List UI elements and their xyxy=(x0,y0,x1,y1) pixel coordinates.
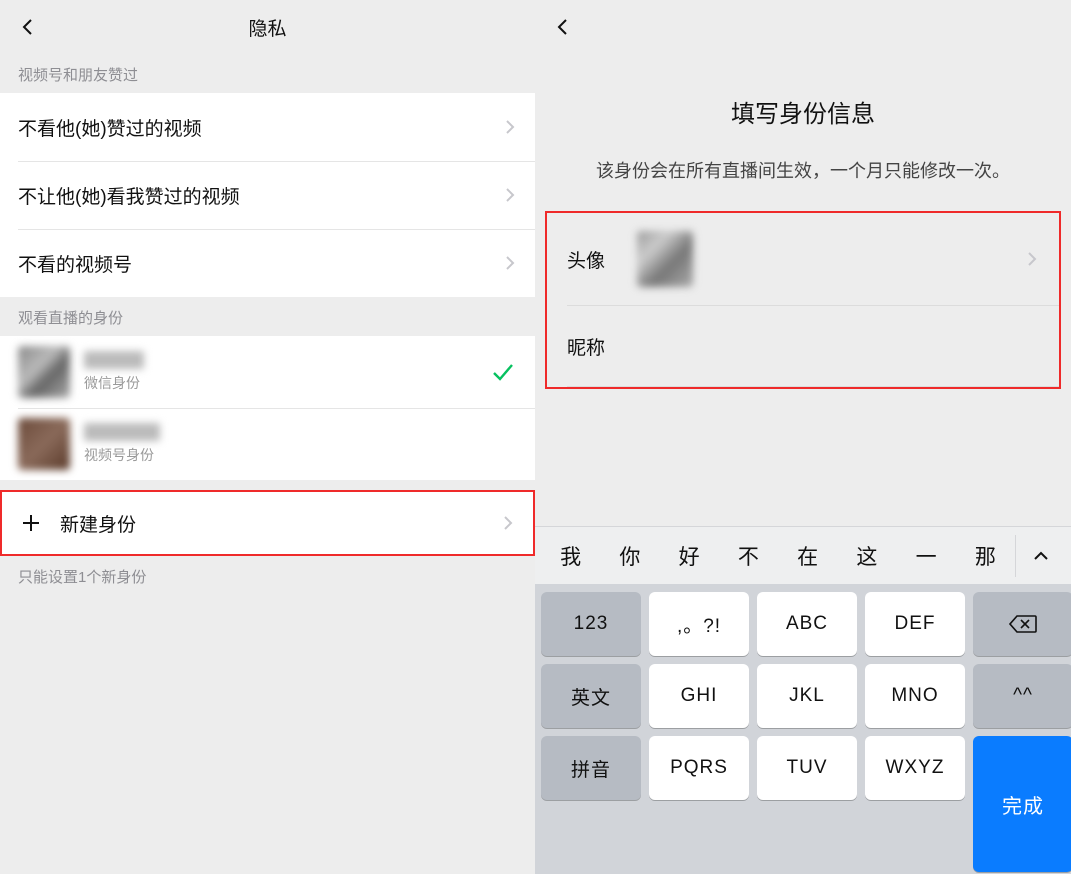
chevron-left-icon xyxy=(19,18,37,36)
chevron-up-icon xyxy=(1033,551,1049,561)
chevron-right-icon xyxy=(503,256,517,270)
key-def[interactable]: DEF xyxy=(865,592,965,656)
chevron-right-icon xyxy=(503,120,517,134)
key-backspace[interactable] xyxy=(973,592,1071,656)
key-pinyin[interactable]: 拼音 xyxy=(541,736,641,800)
chevron-right-icon xyxy=(1025,252,1039,266)
row-blocked-channels[interactable]: 不看的视频号 xyxy=(0,229,535,297)
row-dont-let-see-my-likes[interactable]: 不让他(她)看我赞过的视频 xyxy=(0,161,535,229)
identity-wechat[interactable]: 微信身份 xyxy=(0,336,535,408)
candidate[interactable]: 我 xyxy=(541,541,600,571)
avatar xyxy=(18,346,70,398)
key-jkl[interactable]: JKL xyxy=(757,664,857,728)
chevron-left-icon xyxy=(554,18,572,36)
header xyxy=(535,0,1071,54)
key-emoji[interactable]: ^^ xyxy=(973,664,1071,728)
chevron-right-icon xyxy=(501,516,515,530)
key-english[interactable]: 英文 xyxy=(541,664,641,728)
nickname-row[interactable]: 昵称 xyxy=(547,306,1059,386)
identity-text: 微信身份 xyxy=(84,351,489,393)
back-button[interactable] xyxy=(549,13,577,41)
identity-type: 视频号身份 xyxy=(84,445,517,465)
plus-icon xyxy=(20,512,42,534)
add-identity-button[interactable]: 新建身份 xyxy=(0,490,535,556)
candidate[interactable]: 不 xyxy=(719,541,778,571)
key-mno[interactable]: MNO xyxy=(865,664,965,728)
candidate[interactable]: 你 xyxy=(600,541,659,571)
checkmark-icon xyxy=(489,358,517,386)
avatar-label: 头像 xyxy=(567,246,637,273)
footnote: 只能设置1个新身份 xyxy=(0,556,535,597)
row-label: 不看的视频号 xyxy=(18,250,503,277)
candidate[interactable]: 那 xyxy=(956,541,1015,571)
candidate[interactable]: 好 xyxy=(660,541,719,571)
key-tuv[interactable]: TUV xyxy=(757,736,857,800)
add-label: 新建身份 xyxy=(60,510,501,537)
form-title: 填写身份信息 xyxy=(535,94,1071,129)
candidate[interactable]: 这 xyxy=(837,541,896,571)
header: 隐私 xyxy=(0,0,535,54)
avatar-preview xyxy=(637,231,693,287)
identity-form-screen: 填写身份信息 该身份会在所有直播间生效，一个月只能修改一次。 头像 昵称 我 你… xyxy=(535,0,1071,874)
ime-candidate-bar: 我 你 好 不 在 这 一 那 xyxy=(535,526,1071,584)
row-label: 不让他(她)看我赞过的视频 xyxy=(18,182,503,209)
identity-list: 微信身份 视频号身份 xyxy=(0,336,535,480)
backspace-icon xyxy=(1009,614,1037,634)
chevron-right-icon xyxy=(503,188,517,202)
identity-type: 微信身份 xyxy=(84,373,489,393)
key-123[interactable]: 123 xyxy=(541,592,641,656)
form-header: 填写身份信息 该身份会在所有直播间生效，一个月只能修改一次。 xyxy=(535,54,1071,183)
identity-name-blurred xyxy=(84,423,160,441)
identity-text: 视频号身份 xyxy=(84,423,517,465)
page-title: 隐私 xyxy=(248,14,286,41)
likes-list: 不看他(她)赞过的视频 不让他(她)看我赞过的视频 不看的视频号 xyxy=(0,93,535,297)
key-wxyz[interactable]: WXYZ xyxy=(865,736,965,800)
row-label: 不看他(她)赞过的视频 xyxy=(18,114,503,141)
key-done[interactable]: 完成 xyxy=(973,736,1071,872)
section-title-identity: 观看直播的身份 xyxy=(0,297,535,336)
privacy-screen: 隐私 视频号和朋友赞过 不看他(她)赞过的视频 不让他(她)看我赞过的视频 不看… xyxy=(0,0,535,874)
nickname-label: 昵称 xyxy=(567,333,637,360)
back-button[interactable] xyxy=(14,13,42,41)
avatar xyxy=(18,418,70,470)
identity-name-blurred xyxy=(84,351,144,369)
candidate[interactable]: 一 xyxy=(897,541,956,571)
candidate-expand-button[interactable] xyxy=(1015,535,1065,577)
form-description: 该身份会在所有直播间生效，一个月只能修改一次。 xyxy=(535,157,1071,183)
key-abc[interactable]: ABC xyxy=(757,592,857,656)
key-ghi[interactable]: GHI xyxy=(649,664,749,728)
identity-form: 头像 昵称 xyxy=(545,211,1061,389)
key-punct[interactable]: ,。?! xyxy=(649,592,749,656)
section-title-likes: 视频号和朋友赞过 xyxy=(0,54,535,93)
divider xyxy=(567,386,1059,387)
candidate[interactable]: 在 xyxy=(778,541,837,571)
row-dont-see-their-likes[interactable]: 不看他(她)赞过的视频 xyxy=(0,93,535,161)
identity-channels[interactable]: 视频号身份 xyxy=(0,408,535,480)
key-pqrs[interactable]: PQRS xyxy=(649,736,749,800)
avatar-row[interactable]: 头像 xyxy=(547,213,1059,305)
keyboard: 123 ,。?! ABC DEF 英文 GHI JKL MNO ^^ 拼音 PQ… xyxy=(535,584,1071,874)
